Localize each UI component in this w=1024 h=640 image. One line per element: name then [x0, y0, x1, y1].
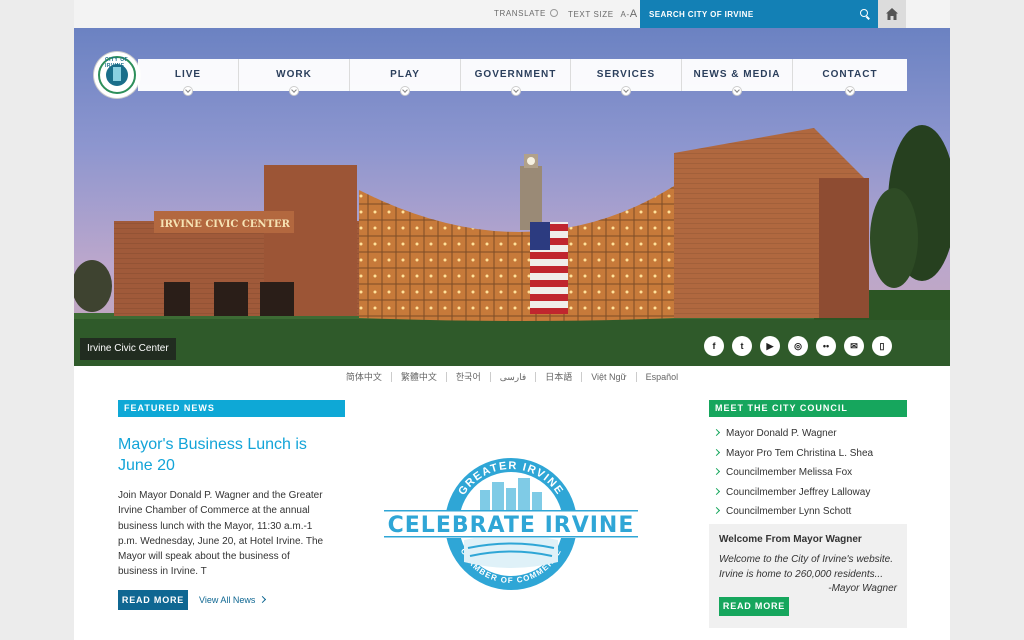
email-icon: ✉ [850, 341, 858, 351]
chevron-right-icon [712, 428, 721, 437]
mobile-icon: ▯ [879, 341, 885, 351]
hero-caption: Irvine Civic Center [80, 338, 176, 360]
council-member-name: Mayor Pro Tem Christina L. Shea [726, 447, 874, 459]
chevron-right-icon [712, 468, 721, 476]
city-logo[interactable]: CITY OF IRVINE [94, 52, 140, 98]
council-member-link[interactable]: Mayor Pro Tem Christina L. Shea [712, 444, 904, 464]
translate-button[interactable]: TRANSLATE [494, 0, 558, 28]
chevron-right-icon [712, 507, 721, 515]
text-size-increase-button[interactable]: A [630, 8, 638, 20]
nav-label: LIVE [174, 69, 202, 80]
council-list: Mayor Donald P. Wagner Mayor Pro Tem Chr… [712, 424, 904, 522]
home-icon [886, 8, 898, 20]
badge-main-text: CELEBRATE IRVINE [388, 513, 635, 538]
chevron-down-icon [622, 87, 630, 95]
lang-link-fa[interactable]: فارسی [491, 372, 537, 382]
logo-emblem [113, 67, 121, 81]
view-all-news-link[interactable]: View All News [199, 590, 267, 610]
council-member-link[interactable]: Councilmember Lynn Schott [712, 502, 904, 522]
building-sign: IRVINE CIVIC CENTER [160, 219, 291, 230]
nav-label: SERVICES [596, 69, 656, 80]
nav-label: GOVERNMENT [474, 69, 557, 80]
chevron-down-icon [290, 87, 298, 95]
council-member-name: Mayor Donald P. Wagner [726, 428, 837, 439]
nav-item-play[interactable]: PLAY [350, 59, 461, 95]
language-bar: 简体中文 繁體中文 한국어 فارسی 日本語 Việt Ngữ Español [74, 366, 950, 388]
chevron-down-icon [846, 87, 854, 95]
flickr-button[interactable]: •• [816, 336, 836, 356]
council-member-name: Councilmember Lynn Schott [726, 506, 852, 518]
hero-banner: IRVINE CIVIC CENTER CITY OF IRVINE LIVE … [74, 28, 950, 366]
instagram-button[interactable]: ◎ [788, 336, 808, 356]
council-header: MEET THE CITY COUNCIL [709, 400, 907, 417]
youtube-icon: ▶ [766, 341, 774, 351]
email-button[interactable]: ✉ [844, 336, 864, 356]
welcome-box: Welcome From Mayor Wagner Welcome to the… [709, 524, 907, 628]
chevron-right-icon [712, 487, 721, 495]
twitter-icon: t [740, 341, 744, 351]
celebrate-irvine-badge[interactable]: GREATER IRVINE CHAMBER OF COMMERCE CELEB… [384, 444, 638, 604]
view-all-label: View All News [199, 595, 256, 605]
chevron-down-icon [184, 87, 192, 95]
translate-label: TRANSLATE [494, 9, 546, 18]
featured-news-header: FEATURED NEWS [118, 400, 345, 417]
chevron-down-icon [511, 87, 520, 95]
welcome-signature: -Mayor Wagner [828, 583, 897, 594]
chevron-down-icon [733, 87, 741, 95]
lang-link-zh-hans[interactable]: 简体中文 [337, 372, 392, 382]
nav-item-live[interactable]: LIVE [138, 59, 239, 95]
search-icon[interactable] [860, 9, 868, 17]
chevron-right-icon [259, 595, 267, 604]
page: TRANSLATE TEXT SIZE A-A SEARCH CITY OF I… [74, 0, 950, 640]
nav-item-contact[interactable]: CONTACT [793, 59, 907, 95]
instagram-icon: ◎ [794, 341, 802, 351]
welcome-title: Welcome From Mayor Wagner [719, 534, 862, 545]
globe-icon [549, 9, 558, 17]
text-size-label: TEXT SIZE [568, 10, 614, 19]
chevron-right-icon [712, 448, 721, 456]
facebook-button[interactable]: f [704, 336, 724, 356]
utility-bar: TRANSLATE TEXT SIZE A-A [74, 0, 950, 29]
nav-item-government[interactable]: GOVERNMENT [461, 59, 571, 95]
facebook-icon: f [712, 341, 716, 351]
featured-news-body: Join Mayor Donald P. Wagner and the Grea… [118, 490, 324, 578]
council-member-link[interactable]: Mayor Donald P. Wagner [712, 424, 904, 444]
lang-link-ko[interactable]: 한국어 [447, 372, 491, 382]
featured-news-title[interactable]: Mayor's Business Lunch is June 20 [118, 434, 328, 476]
main-nav: LIVE WORK PLAY GOVERNMENT SERVICES NEWS … [138, 59, 907, 95]
council-member-name: Councilmember Melissa Fox [726, 467, 853, 479]
search-input[interactable] [640, 0, 840, 28]
nav-item-news-media[interactable]: NEWS & MEDIA [682, 59, 793, 95]
logo-text: CITY OF IRVINE [105, 57, 129, 69]
lang-link-zh-hant[interactable]: 繁體中文 [392, 372, 447, 382]
text-size-control: TEXT SIZE A-A [568, 0, 638, 28]
mobile-button[interactable]: ▯ [872, 336, 892, 356]
nav-item-services[interactable]: SERVICES [571, 59, 682, 95]
council-member-link[interactable]: Councilmember Jeffrey Lalloway [712, 483, 904, 503]
welcome-read-more-button[interactable]: READ MORE [719, 597, 789, 616]
welcome-text: Welcome to the City of Irvine's website.… [719, 554, 894, 580]
lang-link-vi[interactable]: Việt Ngữ [582, 372, 637, 382]
chevron-down-icon [401, 87, 409, 95]
search-bar [640, 0, 878, 28]
nav-label: PLAY [390, 69, 420, 80]
nav-label: NEWS & MEDIA [693, 69, 781, 80]
council-member-link[interactable]: Councilmember Melissa Fox [712, 463, 904, 483]
featured-read-more-button[interactable]: READ MORE [118, 590, 188, 610]
nav-item-work[interactable]: WORK [239, 59, 350, 95]
lang-link-ja[interactable]: 日本語 [536, 372, 583, 382]
nav-label: WORK [276, 69, 312, 80]
council-member-name: Councilmember Jeffrey Lalloway [726, 486, 871, 498]
nav-label: CONTACT [822, 69, 878, 80]
lang-link-es[interactable]: Español [637, 372, 688, 382]
flickr-icon: •• [822, 341, 830, 351]
twitter-button[interactable]: t [732, 336, 752, 356]
youtube-button[interactable]: ▶ [760, 336, 780, 356]
home-button[interactable] [878, 0, 906, 28]
